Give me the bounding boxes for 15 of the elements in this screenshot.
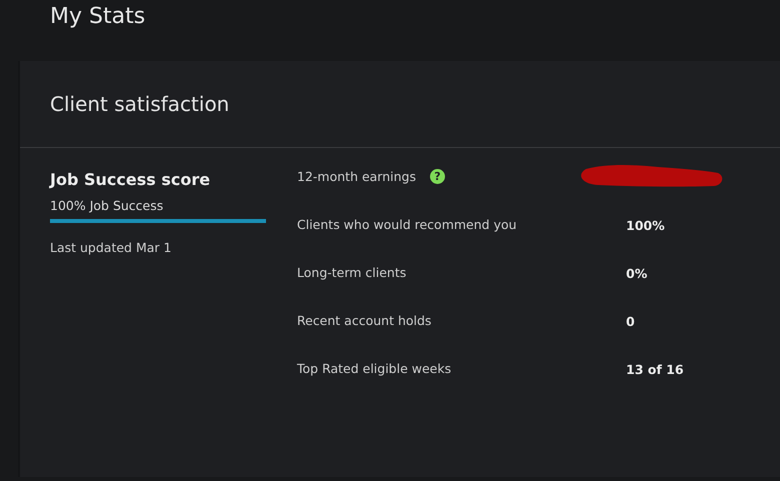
stat-value: 0% — [626, 266, 648, 280]
stat-value: 100% — [626, 218, 665, 232]
stat-label: Clients who would recommend you — [297, 216, 517, 232]
help-icon[interactable]: ? — [430, 168, 445, 184]
updated-text: Last updated Mar 1 — [50, 240, 172, 255]
score-title: Job Success score — [50, 169, 212, 189]
stat-value: 0 — [626, 314, 635, 328]
score-label: 100% Job Success — [50, 198, 164, 213]
stat-label: Recent account holds — [297, 312, 432, 328]
page-title: My Stats — [49, 3, 146, 31]
stat-label: Top Rated eligible weeks — [297, 360, 452, 376]
card-title: Client satisfaction — [50, 92, 230, 116]
stat-label: Long-term clients — [297, 264, 406, 280]
stat-value: 13 of 16 — [626, 362, 684, 376]
stat-label: 12-month earnings — [297, 168, 416, 184]
